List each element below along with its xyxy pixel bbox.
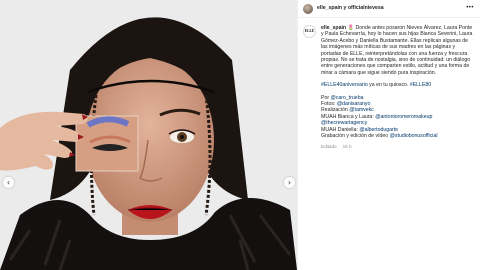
post-author-names[interactable]: elle_spain y officialnievesa bbox=[317, 5, 384, 11]
caption-body: elle_spain 🌷 Donde antes posaron Nieves … bbox=[321, 25, 474, 150]
portrait-image bbox=[0, 0, 297, 270]
mention-link[interactable]: @antonioromeromakeup bbox=[375, 114, 432, 120]
post-photo: ‹ › bbox=[0, 0, 297, 270]
chevron-left-icon[interactable]: ‹ bbox=[3, 177, 14, 188]
post-timestamp: Editado 16 h bbox=[321, 144, 474, 150]
caption: ELLE elle_spain 🌷 Donde antes posaron Ni… bbox=[298, 18, 480, 150]
avatar[interactable] bbox=[303, 3, 313, 14]
hashtag-link[interactable]: #ELLE40aniversario bbox=[321, 82, 368, 88]
instagram-post-view: ‹ › elle_spain y officialnievesa ••• ELL… bbox=[0, 0, 480, 270]
caption-text: 🌷 Donde antes posaron Nieves Álvarez, La… bbox=[321, 25, 473, 76]
more-options-icon[interactable]: ••• bbox=[466, 5, 474, 11]
credit-label: Fotos: bbox=[321, 101, 337, 108]
caption-tail: ya en tu quiosco. bbox=[367, 82, 410, 89]
credit-label: MUAH Daniella: bbox=[321, 126, 360, 133]
post-header: elle_spain y officialnievesa ••• bbox=[298, 0, 480, 18]
credit-label: Realización bbox=[321, 107, 350, 114]
credits: Por @caro_trueba Fotos: @danisaranyo Rea… bbox=[321, 95, 474, 140]
mention-link[interactable]: @albertodugarte bbox=[359, 127, 398, 133]
caption-username[interactable]: elle_spain bbox=[321, 25, 346, 31]
elle-avatar[interactable]: ELLE bbox=[303, 25, 316, 38]
time-ago: 16 h bbox=[342, 143, 352, 149]
chevron-right-icon[interactable]: › bbox=[284, 177, 295, 188]
mention-link[interactable]: @danisaranyo bbox=[337, 101, 371, 107]
credit-label: Por bbox=[321, 94, 331, 101]
post-side-panel: elle_spain y officialnievesa ••• ELLE el… bbox=[297, 0, 480, 270]
hashtag-link[interactable]: #ELLE80 bbox=[410, 82, 431, 88]
edited-label: Editado bbox=[321, 143, 337, 149]
credit-label: Grabación y edición de vídeo bbox=[321, 133, 390, 140]
mention-link[interactable]: @caro_trueba bbox=[331, 95, 364, 101]
credit-label: MUAH Bianca y Laura: bbox=[321, 113, 376, 120]
mention-link[interactable]: @thecrewartagency bbox=[321, 120, 367, 126]
mention-link[interactable]: @studiobonusofficial bbox=[390, 133, 438, 139]
mention-link[interactable]: @tamvekc bbox=[349, 107, 374, 113]
